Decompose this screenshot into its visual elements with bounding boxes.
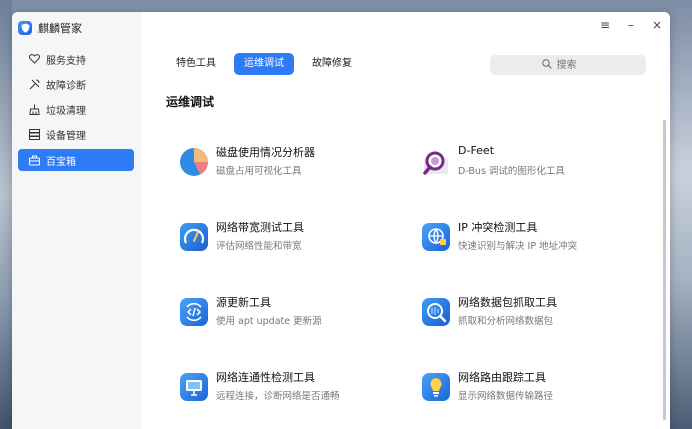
heart-outline-icon	[28, 53, 40, 65]
speedometer-icon	[180, 223, 208, 251]
device-list-icon	[28, 129, 40, 141]
tool-card-connectivity-check[interactable]: 网络连通性检测工具 远程连接，诊断网络是否通畅	[180, 369, 380, 409]
tool-desc: 抓取和分析网络数据包	[458, 316, 554, 327]
app-header: 麒麟管家	[18, 18, 82, 38]
app-window: 麒麟管家 服务支持 故障诊断 垃圾清理 设备管理 百宝箱 ≡ – × 特色工具 …	[12, 12, 670, 429]
sidebar-item-toolbox[interactable]: 百宝箱	[18, 149, 134, 172]
desktop-background-right	[670, 0, 692, 429]
tool-desc: 使用 apt update 更新源	[216, 316, 322, 327]
tool-name: 网络连通性检测工具	[216, 371, 315, 384]
window-controls: ≡ – ×	[598, 18, 664, 32]
code-refresh-icon	[180, 298, 208, 326]
sidebar-item-label: 设备管理	[46, 131, 86, 143]
tool-card-source-update[interactable]: 源更新工具 使用 apt update 更新源	[180, 294, 380, 334]
sidebar-item-junk-cleanup[interactable]: 垃圾清理	[18, 99, 134, 121]
tool-desc: 评估网络性能和带宽	[216, 241, 302, 252]
tool-desc: 快速识别与解决 IP 地址冲突	[458, 241, 578, 252]
sidebar-item-label: 百宝箱	[46, 156, 76, 168]
broom-icon	[28, 104, 40, 116]
tab-ops-debug[interactable]: 运维调试	[234, 53, 294, 75]
tool-desc: 远程连接，诊断网络是否通畅	[216, 391, 340, 402]
tool-name: 网络路由跟踪工具	[458, 371, 546, 384]
tool-name: 源更新工具	[216, 296, 271, 309]
sidebar-item-label: 故障诊断	[46, 80, 86, 92]
desktop-background-left	[0, 0, 12, 429]
monitor-icon	[180, 373, 208, 401]
tool-card-packet-capture[interactable]: 网络数据包抓取工具 抓取和分析网络数据包	[422, 294, 622, 334]
tools-icon	[28, 78, 40, 90]
tab-featured-tools[interactable]: 特色工具	[166, 53, 226, 75]
sidebar-item-fault-diagnosis[interactable]: 故障诊断	[18, 73, 134, 95]
tool-name: 磁盘使用情况分析器	[216, 146, 315, 159]
tool-name: 网络带宽测试工具	[216, 221, 304, 234]
globe-network-icon	[422, 223, 450, 251]
section-title: 运维调试	[166, 95, 215, 109]
tool-card-route-trace[interactable]: 网络路由跟踪工具 显示网络数据传输路径	[422, 369, 622, 409]
menu-button[interactable]: ≡	[598, 18, 612, 32]
lightbulb-icon	[422, 373, 450, 401]
sidebar-item-service-support[interactable]: 服务支持	[18, 48, 134, 70]
tool-desc: 磁盘占用可视化工具	[216, 166, 302, 177]
sidebar-item-device-management[interactable]: 设备管理	[18, 124, 134, 146]
tool-card-ip-conflict[interactable]: IP 冲突检测工具 快速识别与解决 IP 地址冲突	[422, 219, 622, 259]
search-box[interactable]	[490, 55, 646, 75]
tool-card-bandwidth-test[interactable]: 网络带宽测试工具 评估网络性能和带宽	[180, 219, 380, 259]
main-content: ≡ – × 特色工具 运维调试 故障修复 运维调试	[142, 12, 670, 429]
magnifier-document-icon	[422, 148, 450, 176]
sidebar-nav: 服务支持 故障诊断 垃圾清理 设备管理 百宝箱	[18, 48, 134, 174]
tool-card-d-feet[interactable]: D-Feet D-Bus 调试的图形化工具	[422, 144, 622, 184]
toolbox-icon	[28, 154, 40, 166]
tab-fault-repair[interactable]: 故障修复	[302, 53, 362, 75]
app-title: 麒麟管家	[38, 22, 82, 35]
scrollbar[interactable]	[663, 120, 666, 420]
sidebar: 麒麟管家 服务支持 故障诊断 垃圾清理 设备管理 百宝箱	[12, 12, 142, 429]
sidebar-item-label: 垃圾清理	[46, 106, 86, 118]
close-button[interactable]: ×	[650, 18, 664, 32]
tool-name: 网络数据包抓取工具	[458, 296, 557, 309]
pie-chart-icon	[180, 148, 208, 176]
search-icon	[541, 58, 552, 72]
sidebar-item-label: 服务支持	[46, 55, 86, 67]
tool-name: IP 冲突检测工具	[458, 221, 538, 234]
search-input[interactable]	[554, 58, 595, 72]
tool-name: D-Feet	[458, 144, 495, 157]
tool-card-disk-usage[interactable]: 磁盘使用情况分析器 磁盘占用可视化工具	[180, 144, 380, 184]
minimize-button[interactable]: –	[624, 18, 638, 32]
shield-logo-icon	[18, 21, 32, 35]
packet-capture-icon	[422, 298, 450, 326]
tool-desc: D-Bus 调试的图形化工具	[458, 166, 565, 177]
tool-desc: 显示网络数据传输路径	[458, 391, 554, 402]
category-tabs: 特色工具 运维调试 故障修复	[166, 53, 362, 75]
